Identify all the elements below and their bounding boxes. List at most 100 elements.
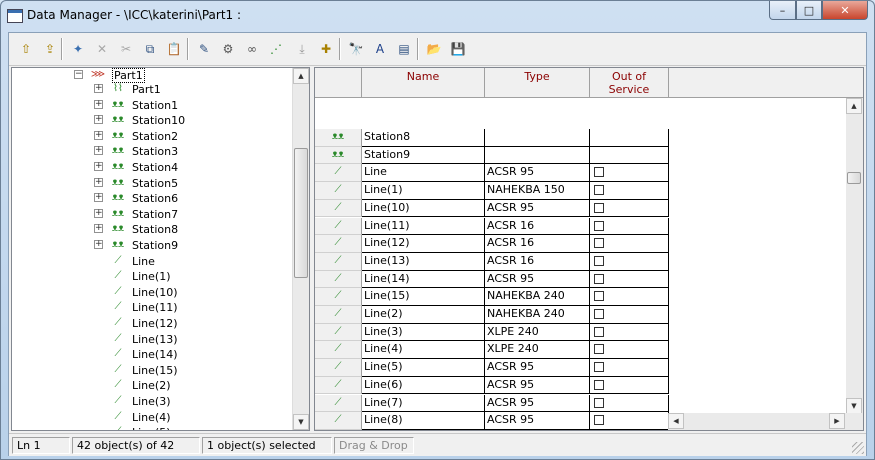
up-level-button[interactable]: ⇧: [15, 39, 37, 59]
type-cell[interactable]: XLPE 240: [485, 323, 590, 342]
open-button[interactable]: 📂: [423, 39, 445, 59]
scroll-up-button[interactable]: ▲: [293, 68, 309, 84]
name-cell[interactable]: Line(2): [362, 306, 485, 324]
tree-item[interactable]: ⟋ Line(12): [12, 316, 292, 331]
type-cell[interactable]: ACSR 95: [485, 376, 590, 395]
out-of-service-checkbox[interactable]: [594, 220, 604, 231]
type-cell[interactable]: NAHEKBA 240: [485, 306, 590, 324]
column-header-type[interactable]: Type: [485, 68, 590, 98]
type-cell[interactable]: ACSR 16: [485, 429, 590, 430]
tree-item[interactable]: ⟋ Line(2): [12, 378, 292, 393]
tree-expander[interactable]: −: [74, 70, 83, 79]
tree-item[interactable]: ⟋ Line(3): [12, 394, 292, 409]
grid-scroll-down-button[interactable]: ▼: [846, 398, 862, 414]
type-cell[interactable]: ACSR 95: [485, 394, 590, 413]
tree-expander[interactable]: +: [94, 224, 103, 234]
table-row[interactable]: ⟋ Line(8) ACSR 95: [315, 412, 672, 430]
tree-item[interactable]: ⟋ Line: [12, 254, 292, 269]
out-of-service-checkbox[interactable]: [594, 167, 604, 178]
name-cell[interactable]: Line(10): [362, 199, 485, 218]
tree-item[interactable]: + ᴥᴥ Station8: [12, 222, 292, 237]
table-row[interactable]: ⟋ Line(11) ACSR 16: [315, 217, 672, 236]
copy-button[interactable]: ⧉: [139, 39, 161, 59]
tree-expander[interactable]: +: [94, 208, 103, 218]
edit-object-button[interactable]: ✎: [193, 39, 215, 59]
tree-item[interactable]: ⟋ Line(13): [12, 332, 292, 347]
tree-expander[interactable]: +: [94, 84, 103, 93]
tree-expander[interactable]: +: [94, 162, 103, 171]
title-bar[interactable]: Data Manager - \ICC\katerini\Part1 : – □…: [1, 1, 874, 31]
tree-item[interactable]: + ᴥᴥ Station1: [12, 98, 292, 113]
type-cell[interactable]: ACSR 95: [485, 199, 590, 218]
maximize-button[interactable]: □: [796, 1, 822, 20]
table-row[interactable]: ⟋ Line(2) NAHEKBA 240: [315, 306, 672, 324]
tree-item[interactable]: + ᴥᴥ Station2: [12, 129, 292, 144]
column-header-out-of-service[interactable]: Out of Service: [590, 68, 669, 98]
out-of-service-checkbox[interactable]: [594, 238, 604, 249]
name-cell[interactable]: Station8: [362, 129, 485, 147]
name-cell[interactable]: Line(13): [362, 252, 485, 271]
tree-item[interactable]: + ᴥᴥ Station10: [12, 113, 292, 128]
tree-item[interactable]: ⟋ Line(14): [12, 347, 292, 362]
type-cell[interactable]: ACSR 16: [485, 252, 590, 271]
name-cell[interactable]: Line(3): [362, 323, 485, 342]
table-row[interactable]: ᴥᴥ Station8: [315, 129, 672, 147]
table-row[interactable]: ⟋ Line(13) ACSR 16: [315, 252, 672, 271]
out-of-service-checkbox[interactable]: [594, 379, 604, 390]
grid-scroll-left-button[interactable]: ◀: [668, 413, 684, 429]
settings-button[interactable]: ⚙: [217, 39, 239, 59]
tree-scroll-thumb[interactable]: [294, 148, 308, 278]
tree-item[interactable]: + ᴥᴥ Station6: [12, 191, 292, 206]
out-of-service-checkbox[interactable]: [594, 397, 604, 408]
table-row[interactable]: ⟋ Line(14) ACSR 95: [315, 270, 672, 289]
name-cell[interactable]: Line(4): [362, 341, 485, 360]
table-row[interactable]: ⟋ Line(6) ACSR 95: [315, 376, 672, 395]
tree-expander[interactable]: +: [94, 146, 103, 156]
type-cell[interactable]: NAHEKBA 240: [485, 288, 590, 306]
minimize-button[interactable]: –: [769, 1, 796, 20]
name-cell[interactable]: Line(15): [362, 288, 485, 306]
type-cell[interactable]: ACSR 95: [485, 270, 590, 289]
table-row[interactable]: ⟋ Line(5) ACSR 95: [315, 359, 672, 377]
table-row[interactable]: ⟋ Line(1) NAHEKBA 150: [315, 182, 672, 200]
tree-expander[interactable]: +: [94, 240, 103, 249]
out-of-service-checkbox[interactable]: [594, 415, 604, 426]
name-cell[interactable]: Line: [362, 164, 485, 183]
out-of-service-checkbox[interactable]: [594, 273, 604, 284]
object-tree[interactable]: − ⋙ Part1 + ⌇⌇ Part1 + ᴥᴥ Station1 + ᴥᴥ Station10 + ᴥ…: [11, 67, 310, 431]
type-cell[interactable]: ACSR 95: [485, 164, 590, 183]
grid-scroll-right-button[interactable]: ▶: [829, 413, 845, 429]
tree-item[interactable]: + ᴥᴥ Station3: [12, 144, 292, 159]
tree-item[interactable]: ⟋ Line(5): [12, 425, 292, 430]
out-of-service-checkbox[interactable]: [594, 255, 604, 266]
out-of-service-checkbox[interactable]: [594, 344, 604, 355]
tree-item[interactable]: + ᴥᴥ Station5: [12, 176, 292, 191]
table-row[interactable]: ᴥᴥ Station9: [315, 146, 672, 165]
find-button[interactable]: 🔭: [345, 39, 367, 59]
name-cell[interactable]: Line(11): [362, 217, 485, 236]
out-of-service-checkbox[interactable]: [594, 326, 604, 337]
grid-scroll-up-button[interactable]: ▲: [846, 98, 862, 114]
tree-expander[interactable]: +: [94, 193, 103, 203]
table-row[interactable]: ⟋ Line(10) ACSR 95: [315, 199, 672, 218]
tree-item[interactable]: + ᴥᴥ Station7: [12, 207, 292, 222]
out-of-service-checkbox[interactable]: [594, 362, 604, 373]
tree-expander[interactable]: +: [94, 99, 103, 109]
type-cell[interactable]: ACSR 16: [485, 235, 590, 253]
name-cell[interactable]: Line(12): [362, 235, 485, 253]
name-cell[interactable]: Station9: [362, 146, 485, 165]
save-button[interactable]: 💾: [447, 39, 469, 59]
tree-item[interactable]: ⟋ Line(10): [12, 285, 292, 300]
name-cell[interactable]: Line(8): [362, 412, 485, 430]
import-button[interactable]: ⤓: [291, 39, 313, 59]
new-folder-level-button[interactable]: ⇪: [39, 39, 61, 59]
grid-vertical-scrollbar[interactable]: ▲ ▼: [846, 98, 863, 414]
object-grid[interactable]: Name Type Out of Service ᴥᴥ Station8 ᴥᴥ Sta…: [314, 67, 864, 431]
type-cell[interactable]: ACSR 95: [485, 412, 590, 430]
tree-expander[interactable]: +: [94, 177, 103, 187]
resize-grip[interactable]: [852, 442, 864, 454]
tree-item[interactable]: + ⌇⌇ Part1: [12, 82, 292, 97]
new-record-button[interactable]: ✚: [315, 39, 337, 59]
paste-button[interactable]: 📋: [163, 39, 185, 59]
table-row[interactable]: ⟋ Line(7) ACSR 95: [315, 394, 672, 413]
